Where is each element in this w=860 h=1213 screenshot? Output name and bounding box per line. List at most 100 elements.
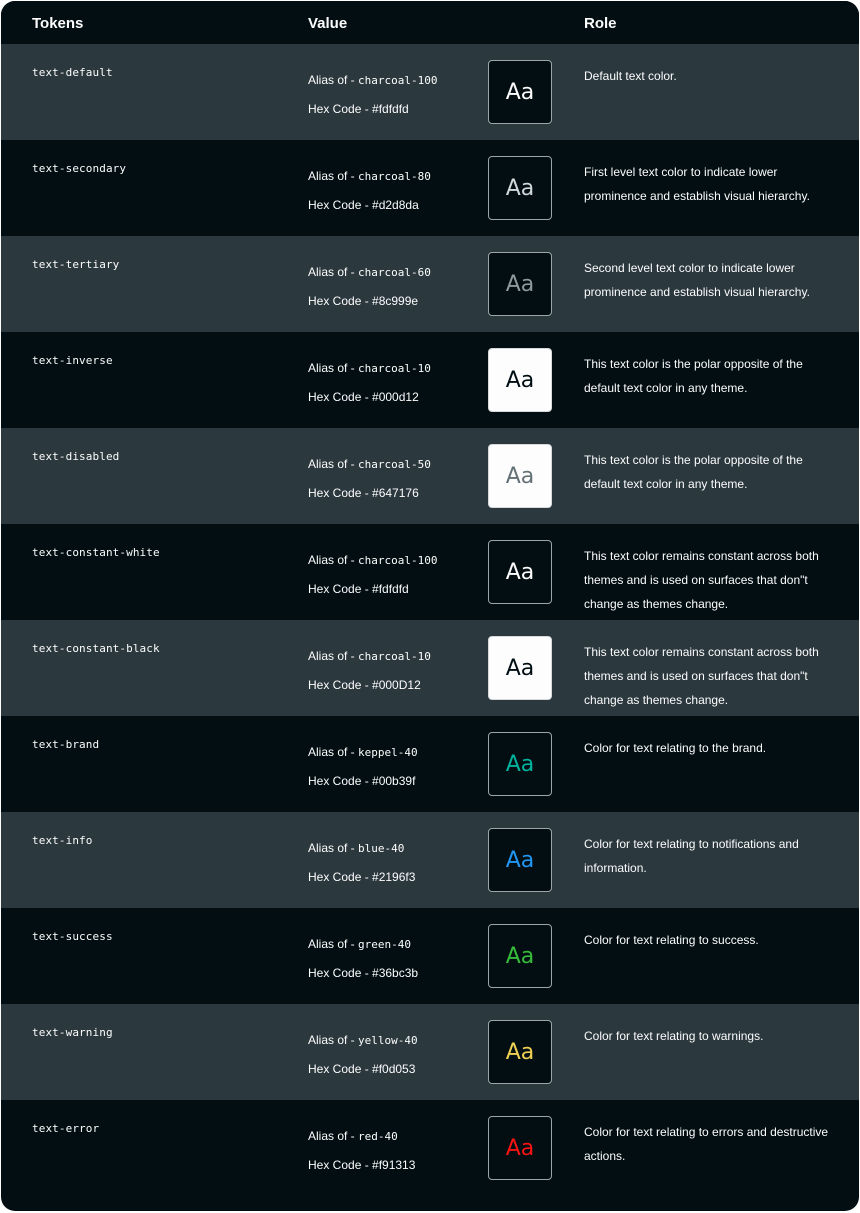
hex-prefix: Hex Code -	[308, 678, 373, 692]
hex-line: Hex Code - #fdfdfd	[308, 102, 409, 116]
color-token-table: Tokens Value Role text-default Alias of -…	[1, 1, 859, 1211]
table-row: text-default Alias of - charcoal-100 Hex C…	[1, 44, 859, 140]
alias-prefix: Alias of -	[308, 1129, 359, 1143]
hex-value: #d2d8da	[372, 198, 419, 212]
hex-prefix: Hex Code -	[308, 966, 373, 980]
hex-line: Hex Code - #647176	[308, 486, 419, 500]
sample-text: Aa	[505, 847, 535, 873]
alias-prefix: Alias of -	[308, 841, 359, 855]
sample-text: Aa	[505, 463, 535, 489]
hex-value: #8c999e	[372, 294, 419, 308]
token-name: text-warning	[32, 1026, 113, 1039]
alias-value: charcoal-100	[358, 74, 438, 87]
role-description: Color for text relating to errors and de…	[584, 1125, 829, 1163]
table-row: text-brand Alias of - keppel-40 Hex Code -…	[1, 716, 859, 812]
sample-text: Aa	[505, 175, 535, 201]
hex-value: #f91313	[372, 1158, 416, 1172]
sample-text: Aa	[505, 559, 535, 585]
alias-line: Alias of - green-40	[308, 937, 411, 951]
color-sample-swatch: Aa	[488, 924, 552, 988]
role-description: This text color remains constant across …	[584, 645, 819, 707]
hex-line: Hex Code - #2196f3	[308, 870, 415, 884]
table-row: text-constant-black Alias of - charcoal-1…	[1, 620, 859, 716]
color-sample-swatch: Aa	[488, 1020, 552, 1084]
color-sample-swatch: Aa	[488, 444, 552, 508]
table-row: text-tertiary Alias of - charcoal-60 Hex C…	[1, 236, 859, 332]
alias-prefix: Alias of -	[308, 73, 359, 87]
sample-text: Aa	[505, 271, 535, 297]
alias-value: charcoal-10	[358, 362, 431, 375]
hex-value: #2196f3	[372, 870, 416, 884]
sample-text: Aa	[505, 1039, 535, 1065]
role-description: This text color is the polar opposite of…	[584, 357, 803, 395]
hex-line: Hex Code - #f91313	[308, 1158, 415, 1172]
token-name: text-inverse	[32, 354, 113, 367]
alias-value: keppel-40	[358, 746, 418, 759]
alias-prefix: Alias of -	[308, 361, 359, 375]
alias-prefix: Alias of -	[308, 1033, 359, 1047]
sample-text: Aa	[505, 1135, 535, 1161]
alias-line: Alias of - charcoal-100	[308, 553, 438, 567]
hex-value: #f0d053	[372, 1062, 416, 1076]
sample-text: Aa	[505, 367, 535, 393]
hex-prefix: Hex Code -	[308, 870, 373, 884]
alias-line: Alias of - charcoal-100	[308, 73, 438, 87]
table-row: text-warning Alias of - yellow-40 Hex Code…	[1, 1004, 859, 1100]
role-description: This text color remains constant across …	[584, 549, 819, 611]
alias-prefix: Alias of -	[308, 553, 359, 567]
table-row: text-inverse Alias of - charcoal-10 Hex Co…	[1, 332, 859, 428]
table-header: Tokens Value Role	[1, 1, 859, 44]
hex-prefix: Hex Code -	[308, 198, 373, 212]
hex-prefix: Hex Code -	[308, 1062, 373, 1076]
hex-prefix: Hex Code -	[308, 390, 373, 404]
color-sample-swatch: Aa	[488, 156, 552, 220]
token-name: text-brand	[32, 738, 100, 751]
alias-value: charcoal-60	[358, 266, 431, 279]
hex-value: #647176	[372, 486, 419, 500]
alias-line: Alias of - keppel-40	[308, 745, 418, 759]
alias-line: Alias of - charcoal-80	[308, 169, 431, 183]
sample-text: Aa	[505, 943, 535, 969]
token-name: text-success	[32, 930, 113, 943]
hex-value: #fdfdfd	[372, 582, 409, 596]
hex-value: #000d12	[372, 390, 419, 404]
color-sample-swatch: Aa	[488, 1116, 552, 1180]
table-row: text-secondary Alias of - charcoal-80 Hex …	[1, 140, 859, 236]
hex-prefix: Hex Code -	[308, 486, 373, 500]
header-value: Value	[308, 15, 348, 32]
token-name: text-constant-black	[32, 642, 160, 655]
hex-prefix: Hex Code -	[308, 1158, 373, 1172]
alias-value: charcoal-10	[358, 650, 431, 663]
hex-line: Hex Code - #8c999e	[308, 294, 418, 308]
color-sample-swatch: Aa	[488, 636, 552, 700]
role-description: Color for text relating to warnings.	[584, 1029, 764, 1043]
table-row: text-info Alias of - blue-40 Hex Code - #2…	[1, 812, 859, 908]
table-row: text-error Alias of - red-40 Hex Code - #f…	[1, 1100, 859, 1196]
token-name: text-error	[32, 1122, 100, 1135]
hex-value: #000D12	[372, 678, 421, 692]
alias-line: Alias of - charcoal-10	[308, 361, 431, 375]
alias-prefix: Alias of -	[308, 937, 359, 951]
hex-value: #00b39f	[372, 774, 416, 788]
role-description: First level text color to indicate lower…	[584, 165, 810, 203]
alias-prefix: Alias of -	[308, 265, 359, 279]
alias-prefix: Alias of -	[308, 169, 359, 183]
color-sample-swatch: Aa	[488, 828, 552, 892]
alias-value: charcoal-50	[358, 458, 431, 471]
alias-value: blue-40	[358, 842, 405, 855]
color-sample-swatch: Aa	[488, 540, 552, 604]
hex-line: Hex Code - #00b39f	[308, 774, 415, 788]
token-name: text-info	[32, 834, 93, 847]
color-sample-swatch: Aa	[488, 252, 552, 316]
role-description: Default text color.	[584, 69, 677, 83]
sample-text: Aa	[505, 751, 535, 777]
header-role: Role	[584, 15, 617, 32]
alias-prefix: Alias of -	[308, 745, 359, 759]
hex-prefix: Hex Code -	[308, 774, 373, 788]
alias-prefix: Alias of -	[308, 649, 359, 663]
alias-line: Alias of - charcoal-50	[308, 457, 431, 471]
sample-text: Aa	[505, 655, 535, 681]
color-sample-swatch: Aa	[488, 348, 552, 412]
header-tokens: Tokens	[32, 15, 84, 32]
alias-line: Alias of - charcoal-10	[308, 649, 431, 663]
